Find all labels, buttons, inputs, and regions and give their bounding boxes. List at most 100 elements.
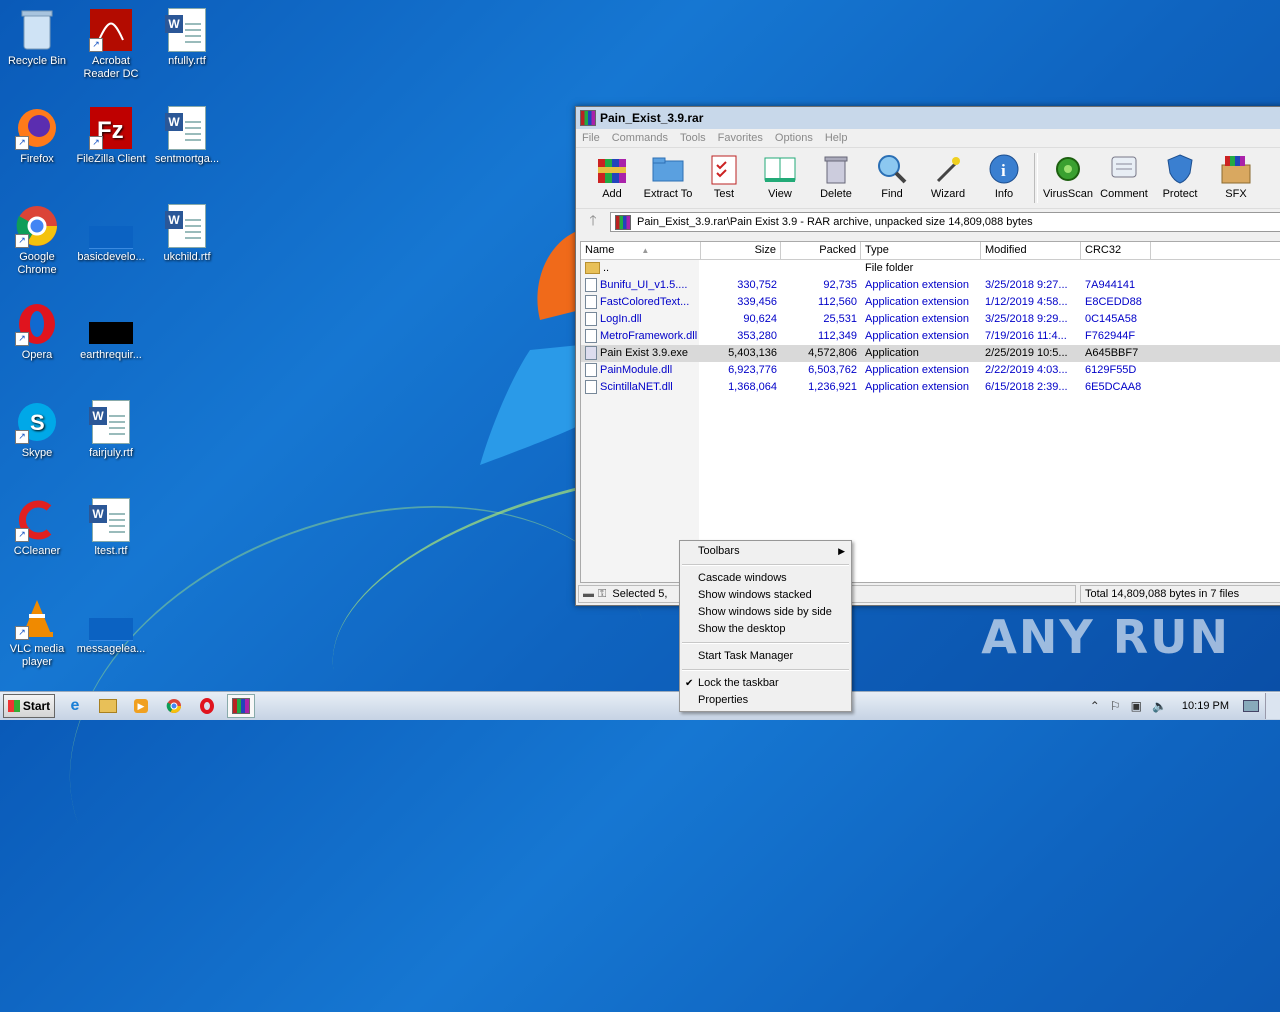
exe-file-icon: [585, 346, 597, 361]
clock[interactable]: 10:19 PM: [1182, 700, 1229, 712]
network-icon[interactable]: ▣: [1131, 699, 1142, 713]
winrar-app-icon: [580, 110, 596, 126]
view-button[interactable]: View: [752, 148, 808, 200]
test-button[interactable]: Test: [696, 148, 752, 200]
desktop-icon-fairjuly[interactable]: W fairjuly.rtf: [74, 400, 148, 460]
desktop-icon-ukchild[interactable]: W ukchild.rtf: [150, 204, 224, 264]
taskbar-ie[interactable]: e: [62, 695, 88, 717]
path-bar: 🡑 Pain_Exist_3.9.rar\Pain Exist 3.9 - RA…: [576, 211, 1280, 233]
taskbar-winrar[interactable]: [227, 694, 255, 718]
column-header-name[interactable]: Name ▲: [581, 242, 701, 259]
action-center-flag-icon[interactable]: ⚐: [1110, 699, 1121, 713]
column-header-size[interactable]: Size: [701, 242, 781, 259]
desktop-icon-acrobat[interactable]: ↗ Acrobat Reader DC: [74, 8, 148, 81]
view-label: View: [768, 188, 792, 200]
table-row[interactable]: Bunifu_UI_v1.5.... 330,752 92,735 Applic…: [581, 277, 1280, 294]
menu-tools[interactable]: Tools: [674, 132, 712, 144]
virusscan-button[interactable]: VirusScan: [1040, 148, 1096, 200]
menu-favorites[interactable]: Favorites: [712, 132, 769, 144]
toolbar: Add Extract To Test View Delete Find Wiz…: [576, 147, 1280, 209]
dll-file-icon: [585, 380, 597, 395]
media-player-icon: ▶: [134, 699, 148, 713]
toolbar-separator: [1034, 153, 1038, 203]
window-titlebar[interactable]: Pain_Exist_3.9.rar: [576, 107, 1280, 129]
desktop-icon-earthrequir[interactable]: earthrequir...: [74, 302, 148, 362]
find-button[interactable]: Find: [864, 148, 920, 200]
desktop-icon-messagelea[interactable]: messagelea...: [74, 596, 148, 656]
vlc-cone-icon: ↗: [15, 596, 59, 640]
desktop-icon-basicdevelo[interactable]: basicdevelo...: [74, 204, 148, 264]
start-button[interactable]: Start: [3, 694, 55, 718]
volume-icon[interactable]: 🔈: [1152, 699, 1167, 713]
desktop-icon-chrome[interactable]: ↗ Google Chrome: [0, 204, 74, 277]
virus-icon: [1051, 152, 1085, 186]
skype-icon: S ↗: [15, 400, 59, 444]
table-row[interactable]: FastColoredText... 339,456 112,560 Appli…: [581, 294, 1280, 311]
desktop-icon-recycle-bin[interactable]: Recycle Bin: [0, 8, 74, 68]
desktop-icon-filezilla[interactable]: Fz ↗ FileZilla Client: [74, 106, 148, 166]
chrome-icon: [166, 699, 181, 713]
desktop-icon-vlc[interactable]: ↗ VLC media player: [0, 596, 74, 669]
svg-text:S: S: [30, 410, 45, 435]
icon-label: Google Chrome: [17, 251, 57, 276]
column-header-modified[interactable]: Modified: [981, 242, 1081, 259]
desktop-icon-skype[interactable]: S ↗ Skype: [0, 400, 74, 460]
desktop-icon-sentmortga[interactable]: W sentmortga...: [150, 106, 224, 166]
table-row[interactable]: PainModule.dll 6,923,776 6,503,762 Appli…: [581, 362, 1280, 379]
test-clipboard-icon: [707, 152, 741, 186]
table-row[interactable]: MetroFramework.dll 353,280 112,349 Appli…: [581, 328, 1280, 345]
column-header-packed[interactable]: Packed: [781, 242, 861, 259]
table-row[interactable]: LogIn.dll 90,624 25,531 Application exte…: [581, 311, 1280, 328]
menu-item-properties[interactable]: Properties: [680, 692, 851, 709]
table-row-selected[interactable]: Pain Exist 3.9.exe 5,403,136 4,572,806 A…: [581, 345, 1280, 362]
sfx-button[interactable]: SFX: [1208, 148, 1264, 200]
menu-item-task-manager[interactable]: Start Task Manager: [680, 648, 851, 665]
wizard-button[interactable]: Wizard: [920, 148, 976, 200]
table-row[interactable]: ScintillaNET.dll 1,368,064 1,236,921 App…: [581, 379, 1280, 396]
taskbar-chrome[interactable]: [161, 695, 187, 717]
icon-label: sentmortga...: [154, 153, 220, 165]
anyrun-watermark: ANY RUN: [981, 610, 1230, 664]
info-button[interactable]: i Info: [976, 148, 1032, 200]
menu-item-show-desktop[interactable]: Show the desktop: [680, 621, 851, 638]
add-button[interactable]: Add: [584, 148, 640, 200]
extract-to-button[interactable]: Extract To: [640, 148, 696, 200]
shield-icon: [1163, 152, 1197, 186]
column-header-type[interactable]: Type: [861, 242, 981, 259]
dll-file-icon: [585, 363, 597, 378]
black-file-icon: [89, 302, 133, 346]
up-arrow-icon[interactable]: 🡑: [576, 210, 610, 234]
menu-file[interactable]: File: [576, 132, 606, 144]
column-header-crc32[interactable]: CRC32: [1081, 242, 1151, 259]
taskbar-explorer[interactable]: [95, 695, 121, 717]
acrobat-icon: ↗: [89, 8, 133, 52]
desktop-icon-opera[interactable]: ↗ Opera: [0, 302, 74, 362]
drive-icon: ▬: [583, 588, 594, 600]
show-desktop-button[interactable]: [1265, 693, 1280, 719]
menu-item-toolbars[interactable]: Toolbars ▶: [680, 543, 851, 560]
menu-help[interactable]: Help: [819, 132, 854, 144]
show-hidden-icons-icon[interactable]: ⌃: [1090, 699, 1100, 713]
taskbar-context-menu: Toolbars ▶ Cascade windows Show windows s…: [679, 540, 852, 712]
taskbar-opera[interactable]: [194, 695, 220, 717]
protect-button[interactable]: Protect: [1152, 148, 1208, 200]
folder-icon: [99, 699, 117, 713]
menu-item-lock-taskbar[interactable]: ✔ Lock the taskbar: [680, 675, 851, 692]
taskbar-media-player[interactable]: ▶: [128, 695, 154, 717]
table-row-parent-folder[interactable]: .. File folder: [581, 260, 1280, 277]
delete-button[interactable]: Delete: [808, 148, 864, 200]
menu-item-stacked[interactable]: Show windows stacked: [680, 587, 851, 604]
menu-commands[interactable]: Commands: [606, 132, 674, 144]
monitor-icon[interactable]: [1243, 700, 1259, 712]
menu-options[interactable]: Options: [769, 132, 819, 144]
menu-separator: [682, 564, 849, 566]
desktop-icon-ccleaner[interactable]: ↗ CCleaner: [0, 498, 74, 558]
menu-item-cascade[interactable]: Cascade windows: [680, 570, 851, 587]
menu-item-side-by-side[interactable]: Show windows side by side: [680, 604, 851, 621]
desktop-icon-ltest[interactable]: W ltest.rtf: [74, 498, 148, 558]
add-label: Add: [602, 188, 622, 200]
comment-button[interactable]: Comment: [1096, 148, 1152, 200]
desktop-icon-firefox[interactable]: ↗ Firefox: [0, 106, 74, 166]
desktop-icon-nfully[interactable]: W nfully.rtf: [150, 8, 224, 68]
path-field[interactable]: Pain_Exist_3.9.rar\Pain Exist 3.9 - RAR …: [610, 212, 1280, 232]
